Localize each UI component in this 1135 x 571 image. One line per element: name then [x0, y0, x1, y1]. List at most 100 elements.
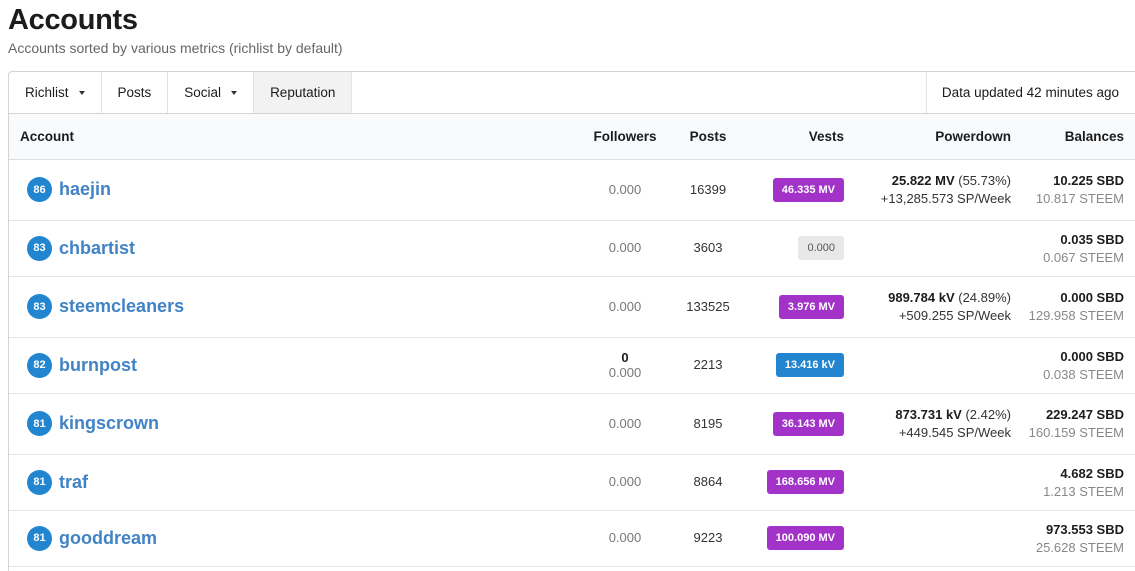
page-title: Accounts	[8, 4, 138, 36]
posts-count: 8864	[693, 474, 723, 489]
powerdown-amount: 989.784 kV (24.89%)	[851, 289, 1011, 307]
menu-item-social[interactable]: Social	[168, 72, 255, 113]
cell-balances: 4.682 SBD 1.213 STEEM	[1011, 454, 1135, 511]
menu-item-label: Social	[184, 85, 222, 100]
status-text: Data updated 42 minutes ago	[941, 85, 1119, 100]
account-link[interactable]: chbartist	[59, 238, 135, 259]
cell-powerdown: 989.784 kV (24.89%) +509.255 SP/Week	[851, 276, 1011, 338]
account-wrap: 81 gooddream	[20, 525, 579, 551]
vests-badge: 13.416 kV	[775, 353, 844, 377]
vests-badge: 46.335 MV	[772, 177, 844, 202]
balance-sbd: 229.247 SBD	[1045, 407, 1124, 422]
cell-vests: 36.143 MV	[745, 393, 851, 455]
balance-sbd: 10.225 SBD	[1053, 173, 1124, 188]
menu-item-posts[interactable]: Posts	[102, 72, 169, 113]
account-link[interactable]: traf	[59, 472, 88, 493]
cell-powerdown	[851, 454, 1011, 511]
cell-followers: 0.000	[579, 454, 671, 511]
cell-vests: 100.090 MV	[745, 510, 851, 567]
cell-powerdown: 873.731 kV (2.42%) +449.545 SP/Week	[851, 393, 1011, 455]
followers-value: 0.000	[608, 530, 642, 545]
table-header-row: Account Followers Posts Vests Powerdown …	[9, 114, 1135, 160]
account-wrap: 82 burnpost	[20, 352, 579, 378]
balance-sbd: 973.553 SBD	[1045, 521, 1124, 537]
powerdown-vests: 25.822 MV	[891, 172, 955, 188]
account-link[interactable]: gooddream	[59, 528, 157, 549]
powerdown-rate: +509.255 SP/Week	[898, 307, 1011, 323]
followers-value: 0.000	[608, 365, 642, 380]
cell-posts: 3603	[671, 220, 745, 277]
balance-sbd: 0.035 SBD	[1060, 231, 1124, 247]
followers-value: 0.000	[608, 298, 642, 314]
vests-badge: 168.656 MV	[766, 470, 844, 494]
followers-value: 0.000	[608, 181, 642, 197]
cell-vests: 46.335 MV	[745, 159, 851, 221]
cell-posts: 8864	[671, 454, 745, 511]
data-updated-status: Data updated 42 minutes ago	[925, 72, 1135, 113]
cell-balances: 973.553 SBD 25.628 STEEM	[1011, 510, 1135, 567]
posts-count: 133525	[686, 298, 730, 314]
header-powerdown: Powerdown	[851, 114, 1011, 160]
reputation-badge: 81	[27, 411, 52, 436]
powerdown-vests: 989.784 kV	[888, 289, 955, 305]
cell-posts: 8195	[671, 393, 745, 455]
menu-item-reputation[interactable]: Reputation	[254, 72, 353, 113]
caret-down-icon	[231, 90, 238, 95]
cell-balances: 10.225 SBD 10.817 STEEM	[1011, 159, 1135, 221]
reputation-badge: 81	[27, 525, 52, 551]
followers-value: 0.000	[608, 474, 642, 489]
menu-item-richlist[interactable]: Richlist	[9, 72, 102, 113]
powerdown-amount: 25.822 MV (55.73%)	[851, 172, 1011, 190]
header-balances: Balances	[1011, 114, 1135, 160]
table-row: 82 burnpost 0 0.000 2213 13.416 kV 0.000 SBD 0.…	[9, 337, 1135, 394]
cell-followers: 0 0.000	[579, 337, 671, 394]
balance-steem: 0.038 STEEM	[1043, 366, 1124, 382]
cell-powerdown: 25.822 MV (55.73%) +13,285.573 SP/Week	[851, 159, 1011, 221]
cell-followers: 0.000	[579, 393, 671, 455]
vests-badge: 100.090 MV	[766, 526, 844, 550]
powerdown-percent: (2.42%)	[961, 406, 1011, 422]
account-wrap: 81 traf	[20, 469, 579, 495]
cell-account: 83 chbartist	[9, 220, 579, 277]
cell-powerdown	[851, 510, 1011, 567]
powerdown-percent: (24.89%)	[954, 289, 1011, 305]
reputation-badge: 81	[27, 469, 52, 495]
cell-account: 81 kingscrown	[9, 393, 579, 455]
cell-posts: 9223	[671, 510, 745, 567]
balance-sbd: 0.000 SBD	[1060, 348, 1124, 364]
posts-count: 9223	[693, 530, 723, 545]
cell-vests: 168.656 MV	[745, 454, 851, 511]
powerdown-rate: +13,285.573 SP/Week	[880, 190, 1011, 206]
posts-count: 8195	[693, 415, 723, 431]
vests-badge: 3.976 MV	[778, 294, 844, 319]
powerdown-rate: +449.545 SP/Week	[898, 424, 1011, 440]
table-row: 83 chbartist 0.000 3603 0.000 0.035 SBD 0.067 …	[9, 220, 1135, 277]
cell-powerdown	[851, 337, 1011, 394]
balance-sbd: 0.000 SBD	[1060, 290, 1124, 305]
reputation-badge: 82	[27, 352, 52, 378]
cell-balances: 0.000 SBD 0.038 STEEM	[1011, 337, 1135, 394]
cell-balances: 0.000 SBD 129.958 STEEM	[1011, 276, 1135, 338]
table-body: 86 haejin 0.000 16399 46.335 MV 25.822 MV (55…	[9, 159, 1135, 567]
menu-item-label: Reputation	[270, 85, 336, 100]
balance-steem: 129.958 STEEM	[1028, 308, 1124, 323]
followers-count: 0	[621, 350, 629, 365]
cell-account: 86 haejin	[9, 159, 579, 221]
cell-powerdown	[851, 220, 1011, 277]
cell-posts: 16399	[671, 159, 745, 221]
balance-sbd: 4.682 SBD	[1060, 465, 1124, 481]
account-link[interactable]: steemcleaners	[59, 296, 184, 317]
powerdown-vests: 873.731 kV	[895, 406, 962, 422]
cell-balances: 229.247 SBD 160.159 STEEM	[1011, 393, 1135, 455]
cell-vests: 13.416 kV	[745, 337, 851, 394]
balance-steem: 1.213 STEEM	[1043, 483, 1124, 499]
account-link[interactable]: kingscrown	[59, 413, 159, 434]
posts-count: 3603	[693, 240, 723, 255]
account-link[interactable]: burnpost	[59, 355, 137, 376]
posts-count: 2213	[693, 357, 723, 372]
cell-followers: 0.000	[579, 276, 671, 338]
account-link[interactable]: haejin	[59, 179, 111, 200]
account-wrap: 86 haejin	[20, 177, 579, 202]
cell-account: 82 burnpost	[9, 337, 579, 394]
cell-followers: 0.000	[579, 220, 671, 277]
